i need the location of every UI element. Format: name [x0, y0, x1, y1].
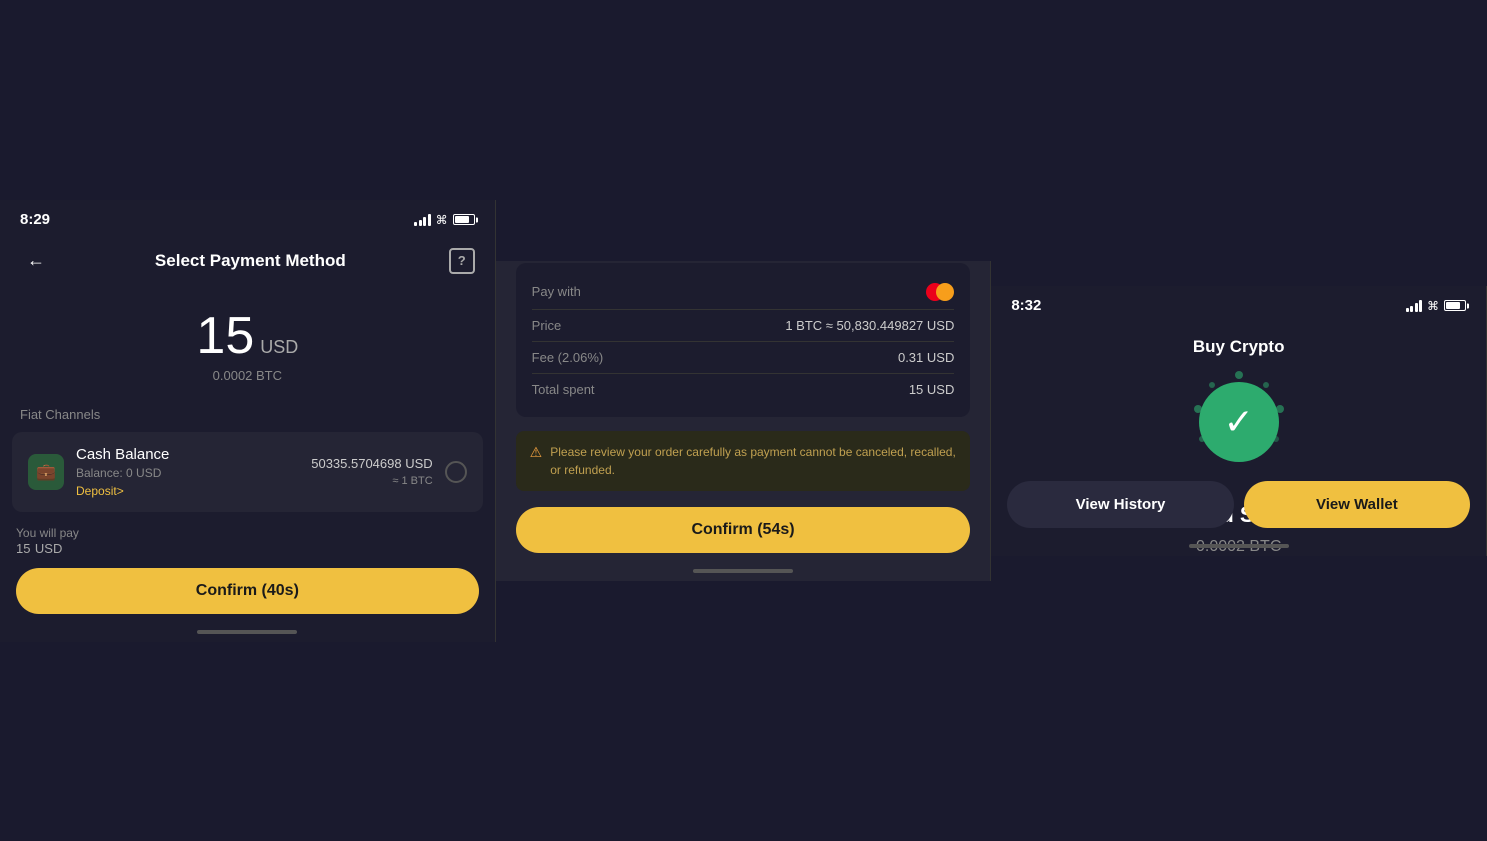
pay-amount-display-1: 15 USD [16, 540, 479, 558]
mastercard-icon [926, 283, 954, 301]
screen-2: 8:29 ⌘ ← Select Payment Method ? 15 USD [496, 261, 992, 581]
warning-box: ⚠ Please review your order carefully as … [516, 431, 971, 491]
home-indicator-1 [197, 630, 297, 634]
signal-icon-1 [414, 214, 431, 226]
cash-balance-radio[interactable] [445, 461, 467, 483]
total-value: 15 USD [909, 382, 955, 397]
screen-3: 8:32 ⌘ Buy Crypto [991, 286, 1487, 556]
wifi-icon-1: ⌘ [436, 213, 448, 227]
battery-icon-3 [1444, 300, 1466, 311]
back-button-1[interactable]: ← [20, 245, 52, 277]
success-circle: ✓ [1199, 382, 1279, 462]
status-icons-3: ⌘ [1406, 299, 1467, 313]
header-3: Buy Crypto [991, 322, 1486, 372]
status-bar-1: 8:29 ⌘ [0, 200, 495, 236]
amount-display-1: 15 USD [196, 306, 298, 366]
header-title-1: Select Payment Method [155, 251, 346, 271]
cash-balance-usd: 50335.5704698 USD [311, 456, 432, 471]
confirm-order-modal: Confirm Order ✕ You will receive 0.0002 … [496, 261, 991, 581]
status-icons-1: ⌘ [414, 213, 475, 227]
signal-icon-3 [1406, 300, 1423, 312]
confirm-button-1[interactable]: Confirm (40s) [16, 568, 479, 614]
success-checkmark-icon: ✓ [1224, 401, 1254, 443]
section-label-1: Fiat Channels [0, 407, 495, 432]
cash-balance-name: Cash Balance [76, 446, 299, 463]
deposit-link[interactable]: Deposit> [76, 484, 299, 498]
cash-balance-icon: 💼 [28, 454, 64, 490]
header-1: ← Select Payment Method ? [0, 236, 495, 286]
amount-section-1: 15 USD 0.0002 BTC [0, 286, 495, 407]
time-3: 8:32 [1011, 297, 1041, 314]
cash-balance-info: Cash Balance Balance: 0 USD Deposit> [76, 446, 299, 498]
amount-number-1: 15 [196, 306, 254, 366]
status-bar-3: 8:32 ⌘ [991, 286, 1486, 322]
you-will-pay-label: You will pay 15 USD [16, 526, 479, 558]
pay-with-row: Pay with [532, 275, 955, 310]
screen-1: 8:29 ⌘ ← Select Payment Method ? 15 USD … [0, 200, 496, 642]
fee-label: Fee (2.06%) [532, 350, 604, 365]
amount-currency-1: USD [260, 337, 298, 358]
amount-btc-1: 0.0002 BTC [213, 368, 282, 383]
price-value: 1 BTC ≈ 50,830.449827 USD [785, 318, 954, 333]
total-row: Total spent 15 USD [532, 374, 955, 405]
wifi-icon-3: ⌘ [1427, 299, 1439, 313]
battery-icon-1 [453, 214, 475, 225]
fee-row: Fee (2.06%) 0.31 USD [532, 342, 955, 374]
price-label: Price [532, 318, 562, 333]
modal-overlay: Confirm Order ✕ You will receive 0.0002 … [496, 261, 991, 581]
help-button-1[interactable]: ? [449, 248, 475, 274]
warning-text: Please review your order carefully as pa… [550, 443, 956, 479]
home-indicator-3 [1189, 544, 1289, 548]
cash-balance-equiv: ≈ 1 BTC [311, 475, 432, 487]
confirm-button-2[interactable]: Confirm (54s) [516, 507, 971, 553]
warning-icon: ⚠ [530, 444, 543, 461]
home-indicator-2 [693, 569, 793, 573]
pay-with-label: Pay with [532, 284, 581, 299]
view-wallet-button[interactable]: View Wallet [1244, 481, 1470, 528]
success-icon-container: ✓ [1189, 372, 1289, 472]
header-title-3: Buy Crypto [1193, 337, 1285, 357]
modal-details: Pay with Price 1 BTC ≈ 50,830.449827 USD… [516, 263, 971, 417]
time-1: 8:29 [20, 211, 50, 228]
success-buttons: View History View Wallet [991, 469, 1486, 556]
price-row: Price 1 BTC ≈ 50,830.449827 USD [532, 310, 955, 342]
total-label: Total spent [532, 382, 595, 397]
cash-balance-option[interactable]: 💼 Cash Balance Balance: 0 USD Deposit> 5… [12, 432, 483, 512]
bottom-bar-1: You will pay 15 USD Confirm (40s) [0, 514, 495, 642]
cash-balance-balance: Balance: 0 USD [76, 466, 299, 480]
view-history-button[interactable]: View History [1007, 481, 1233, 528]
fee-value: 0.31 USD [898, 350, 954, 365]
cash-balance-amount: 50335.5704698 USD ≈ 1 BTC [311, 456, 432, 487]
